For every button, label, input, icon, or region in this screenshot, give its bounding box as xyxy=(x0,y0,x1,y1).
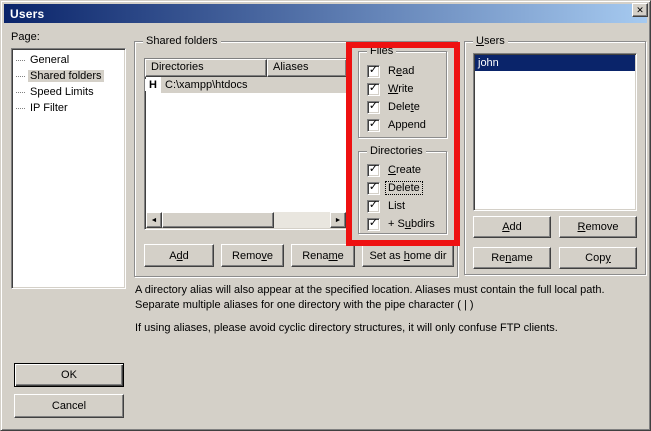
checkbox-append[interactable]: ✓ Append xyxy=(367,116,446,134)
checkbox-create[interactable]: ✓ Create xyxy=(367,161,446,179)
cancel-button[interactable]: Cancel xyxy=(14,394,124,418)
checkbox-list[interactable]: ✓ List xyxy=(367,197,446,215)
read-checkbox[interactable]: ✓ xyxy=(367,65,380,78)
remove-user-button[interactable]: Remove xyxy=(559,216,637,238)
scrollbar-thumb[interactable] xyxy=(162,212,274,228)
page-list: General Shared folders Speed Limits IP F… xyxy=(11,48,126,289)
users-legend: Users xyxy=(473,34,508,48)
tree-branch-line xyxy=(16,60,25,61)
users-list: john xyxy=(473,53,637,211)
shared-folders-legend: Shared folders xyxy=(143,34,221,48)
ok-button[interactable]: OK xyxy=(14,363,124,387)
page-item-speed-limits[interactable]: Speed Limits xyxy=(14,84,123,100)
tree-branch-line xyxy=(16,108,25,109)
rename-user-button[interactable]: Rename xyxy=(473,247,551,269)
checkmark-icon: ✓ xyxy=(369,200,378,211)
page-label: Page: xyxy=(11,31,40,43)
rename-directory-button[interactable]: RenaeRename xyxy=(291,244,355,267)
list-checkbox[interactable]: ✓ xyxy=(367,200,380,213)
arrow-left-icon: ◄ xyxy=(151,217,158,224)
create-checkbox[interactable]: ✓ xyxy=(367,164,380,177)
horizontal-scrollbar[interactable]: ◄ ► xyxy=(146,212,346,228)
note-cyclic-warning: If using aliases, please avoid cyclic di… xyxy=(135,321,650,336)
directory-row[interactable]: H C:\xampp\htdocs xyxy=(145,77,347,93)
close-button[interactable]: ✕ xyxy=(632,3,648,17)
column-header-aliases[interactable]: Aliases xyxy=(267,59,347,77)
scroll-right-button[interactable]: ► xyxy=(330,212,346,228)
alias-notes: A directory alias will also appear at th… xyxy=(135,283,650,344)
delete-file-checkbox[interactable]: ✓ xyxy=(367,101,380,114)
subdirs-checkbox[interactable]: ✓ xyxy=(367,218,380,231)
set-as-home-dir-button[interactable]: Set as home dir xyxy=(362,244,454,267)
copy-user-button[interactable]: Copy xyxy=(559,247,637,269)
scroll-left-button[interactable]: ◄ xyxy=(146,212,162,228)
remove-directory-button[interactable]: Remove xyxy=(221,244,284,267)
directories-legend: Directories xyxy=(367,144,426,158)
tree-branch-line xyxy=(16,76,25,77)
files-permissions-group: Files ✓ Read ✓ Write ✓ Delete ✓ Append xyxy=(358,51,447,138)
checkmark-icon: ✓ xyxy=(369,218,378,229)
checkbox-delete-file[interactable]: ✓ Delete xyxy=(367,98,446,116)
listview-header: Directories Aliases xyxy=(145,59,347,77)
add-directory-button[interactable]: Add xyxy=(144,244,214,267)
delete-dir-checkbox[interactable]: ✓ xyxy=(367,182,380,195)
home-marker: H xyxy=(145,79,161,91)
checkbox-read[interactable]: ✓ Read xyxy=(367,62,446,80)
files-legend: Files xyxy=(367,44,396,58)
write-checkbox[interactable]: ✓ xyxy=(367,83,380,96)
checkmark-icon: ✓ xyxy=(369,83,378,94)
checkbox-write[interactable]: ✓ Write xyxy=(367,80,446,98)
users-dialog: Users ✕ Page: General Shared folders Spe… xyxy=(0,0,651,431)
checkbox-delete-dir[interactable]: ✓ Delete xyxy=(367,179,446,197)
checkmark-icon: ✓ xyxy=(369,65,378,76)
title-bar[interactable]: Users xyxy=(4,4,647,23)
checkmark-icon: ✓ xyxy=(369,182,378,193)
add-user-button[interactable]: Add xyxy=(473,216,551,238)
note-alias-location: A directory alias will also appear at th… xyxy=(135,283,650,313)
column-header-directories[interactable]: Directories xyxy=(145,59,267,77)
append-checkbox[interactable]: ✓ xyxy=(367,119,380,132)
arrow-right-icon: ► xyxy=(335,217,342,224)
close-icon: ✕ xyxy=(636,6,644,15)
page-item-shared-folders[interactable]: Shared folders xyxy=(14,68,123,84)
tree-branch-line xyxy=(16,92,25,93)
window-title: Users xyxy=(10,7,44,21)
checkmark-icon: ✓ xyxy=(369,101,378,112)
directory-path: C:\xampp\htdocs xyxy=(161,77,347,93)
checkmark-icon: ✓ xyxy=(369,119,378,130)
user-item-john[interactable]: john xyxy=(475,55,635,71)
checkmark-icon: ✓ xyxy=(369,164,378,175)
directories-permissions-group: Directories ✓ Create ✓ Delete ✓ List ✓ +… xyxy=(358,151,447,234)
page-item-ip-filter[interactable]: IP Filter xyxy=(14,100,123,116)
page-item-general[interactable]: General xyxy=(14,52,123,68)
checkbox-subdirs[interactable]: ✓ + Subdirs xyxy=(367,215,446,233)
directories-listview: Directories Aliases H C:\xampp\htdocs ◄ … xyxy=(144,58,348,230)
